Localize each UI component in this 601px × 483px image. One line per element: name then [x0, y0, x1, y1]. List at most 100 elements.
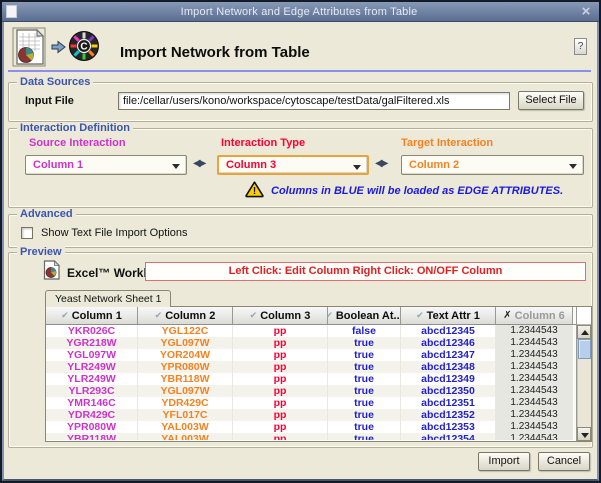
column-header-1[interactable]: ✔Column 1 — [46, 307, 138, 324]
checkbox-label: Show Text File Import Options — [41, 227, 188, 239]
table-cell: YMR146C — [46, 397, 138, 409]
table-cell: pp — [233, 361, 328, 373]
cytoscape-logo-icon: C — [68, 30, 100, 67]
table-cell: YPR080W — [46, 421, 138, 433]
table-cell: YGR218W — [46, 337, 138, 349]
column-header-2[interactable]: ✔Column 2 — [138, 307, 233, 324]
table-cell: 1.2344543 — [496, 337, 573, 349]
svg-text:C: C — [80, 42, 87, 53]
table-cell: 1.2344543 — [496, 325, 573, 337]
scrollbar-thumb[interactable] — [578, 339, 591, 359]
column-header-4[interactable]: ✔Boolean At... — [328, 307, 401, 324]
column-header-6[interactable]: ✗Column 6 — [496, 307, 573, 324]
table-cell: pp — [233, 373, 328, 385]
window-icon — [6, 5, 17, 18]
table-cell: true — [328, 349, 401, 361]
table-cell: 1.2344543 — [496, 397, 573, 409]
import-button[interactable]: Import — [478, 452, 530, 471]
scrollbar-corner — [577, 307, 591, 325]
chevron-down-icon — [569, 164, 577, 169]
check-icon: ✔ — [61, 310, 69, 321]
show-text-options-checkbox[interactable] — [21, 227, 33, 239]
close-icon[interactable]: × — [577, 3, 595, 21]
swap-columns-icon: ◀▶ — [193, 158, 204, 169]
table-cell: pp — [233, 337, 328, 349]
table-cell: YDR429C — [138, 397, 233, 409]
source-interaction-value: Column 1 — [33, 159, 83, 171]
table-cell: pp — [233, 397, 328, 409]
table-cell: true — [328, 337, 401, 349]
column-header-label: Boolean At... — [336, 310, 401, 322]
target-interaction-label: Target Interaction — [401, 137, 493, 149]
chevron-down-icon — [172, 164, 180, 169]
select-file-button[interactable]: Select File — [518, 91, 584, 110]
page-title: Import Network from Table — [120, 44, 310, 61]
source-interaction-select[interactable]: Column 1 — [25, 155, 187, 175]
table-cell: YLR293C — [46, 385, 138, 397]
advanced-group: Advanced Show Text File Import Options — [8, 214, 593, 248]
table-cell: 1.2344543 — [496, 361, 573, 373]
table-row: YBR118WYAL003Wpptrueabcd123541.2344543 — [46, 433, 576, 440]
column-header-5[interactable]: ✔Text Attr 1 — [401, 307, 496, 324]
table-cell: abcd12348 — [401, 361, 496, 373]
table-row: YLR293CYGL097Wpptrueabcd123501.2344543 — [46, 385, 576, 397]
table-cell: 1.2344543 — [496, 433, 573, 440]
table-cell: true — [328, 385, 401, 397]
vertical-scrollbar[interactable] — [576, 307, 591, 441]
data-sources-group: Data Sources Input File Select File — [8, 82, 593, 122]
table-cell: true — [328, 373, 401, 385]
target-interaction-value: Column 2 — [409, 159, 459, 171]
check-icon: ✔ — [155, 310, 163, 321]
warning-text: Columns in BLUE will be loaded as EDGE A… — [271, 185, 563, 197]
column-header-label: Text Attr 1 — [427, 310, 480, 322]
table-cell: YDR429C — [46, 409, 138, 421]
table-row: YLR249WYPR080Wpptrueabcd123481.2344543 — [46, 361, 576, 373]
table-cell: abcd12349 — [401, 373, 496, 385]
column-header-label: Column 6 — [515, 310, 565, 322]
column-header-3[interactable]: ✔Column 3 — [233, 307, 328, 324]
chevron-down-icon — [353, 165, 361, 170]
table-cell: 1.2344543 — [496, 385, 573, 397]
excel-workbook-icon — [43, 260, 60, 285]
triangle-down-icon — [581, 433, 589, 438]
table-cell: true — [328, 361, 401, 373]
table-cell: YGL097W — [46, 349, 138, 361]
table-cell: abcd12350 — [401, 385, 496, 397]
scroll-up-button[interactable] — [577, 325, 591, 339]
scroll-down-button[interactable] — [577, 427, 591, 441]
input-file-field[interactable] — [118, 92, 510, 110]
header-divider — [8, 70, 591, 72]
table-cell: abcd12345 — [401, 325, 496, 337]
preview-table: ✔Column 1✔Column 2✔Column 3✔Boolean At..… — [46, 307, 576, 441]
preview-scrollpane: ✔Column 1✔Column 2✔Column 3✔Boolean At..… — [45, 306, 592, 442]
table-cell: pp — [233, 349, 328, 361]
table-cell: 1.2344543 — [496, 409, 573, 421]
target-interaction-select[interactable]: Column 2 — [401, 155, 584, 175]
table-cell: abcd12347 — [401, 349, 496, 361]
cancel-button[interactable]: Cancel — [538, 452, 590, 471]
scrollbar-track[interactable] — [577, 339, 591, 427]
table-cell: abcd12346 — [401, 337, 496, 349]
table-cell: pp — [233, 409, 328, 421]
section-title: Interaction Definition — [17, 122, 133, 134]
tab-yeast-network-sheet-1[interactable]: Yeast Network Sheet 1 — [45, 290, 171, 307]
help-button[interactable]: ? — [574, 38, 587, 55]
table-cell: true — [328, 397, 401, 409]
table-cell: YAL003W — [138, 421, 233, 433]
svg-text:!: ! — [253, 186, 256, 197]
table-cell: YPR080W — [138, 361, 233, 373]
check-icon: ✔ — [328, 310, 333, 321]
table-cell: true — [328, 433, 401, 440]
table-cell: 1.2344543 — [496, 421, 573, 433]
preview-table-head-row: ✔Column 1✔Column 2✔Column 3✔Boolean At..… — [46, 307, 576, 325]
input-file-label: Input File — [25, 95, 74, 107]
interaction-type-select[interactable]: Column 3 — [217, 155, 369, 175]
table-cell: YOR204W — [138, 349, 233, 361]
table-cell: YLR249W — [46, 361, 138, 373]
table-cell: YGL097W — [138, 385, 233, 397]
swap-columns-icon: ◀▶ — [375, 158, 386, 169]
spreadsheet-icon — [12, 27, 46, 72]
table-cell: abcd12354 — [401, 433, 496, 440]
table-cell: pp — [233, 325, 328, 337]
warning-icon: ! — [245, 181, 264, 203]
